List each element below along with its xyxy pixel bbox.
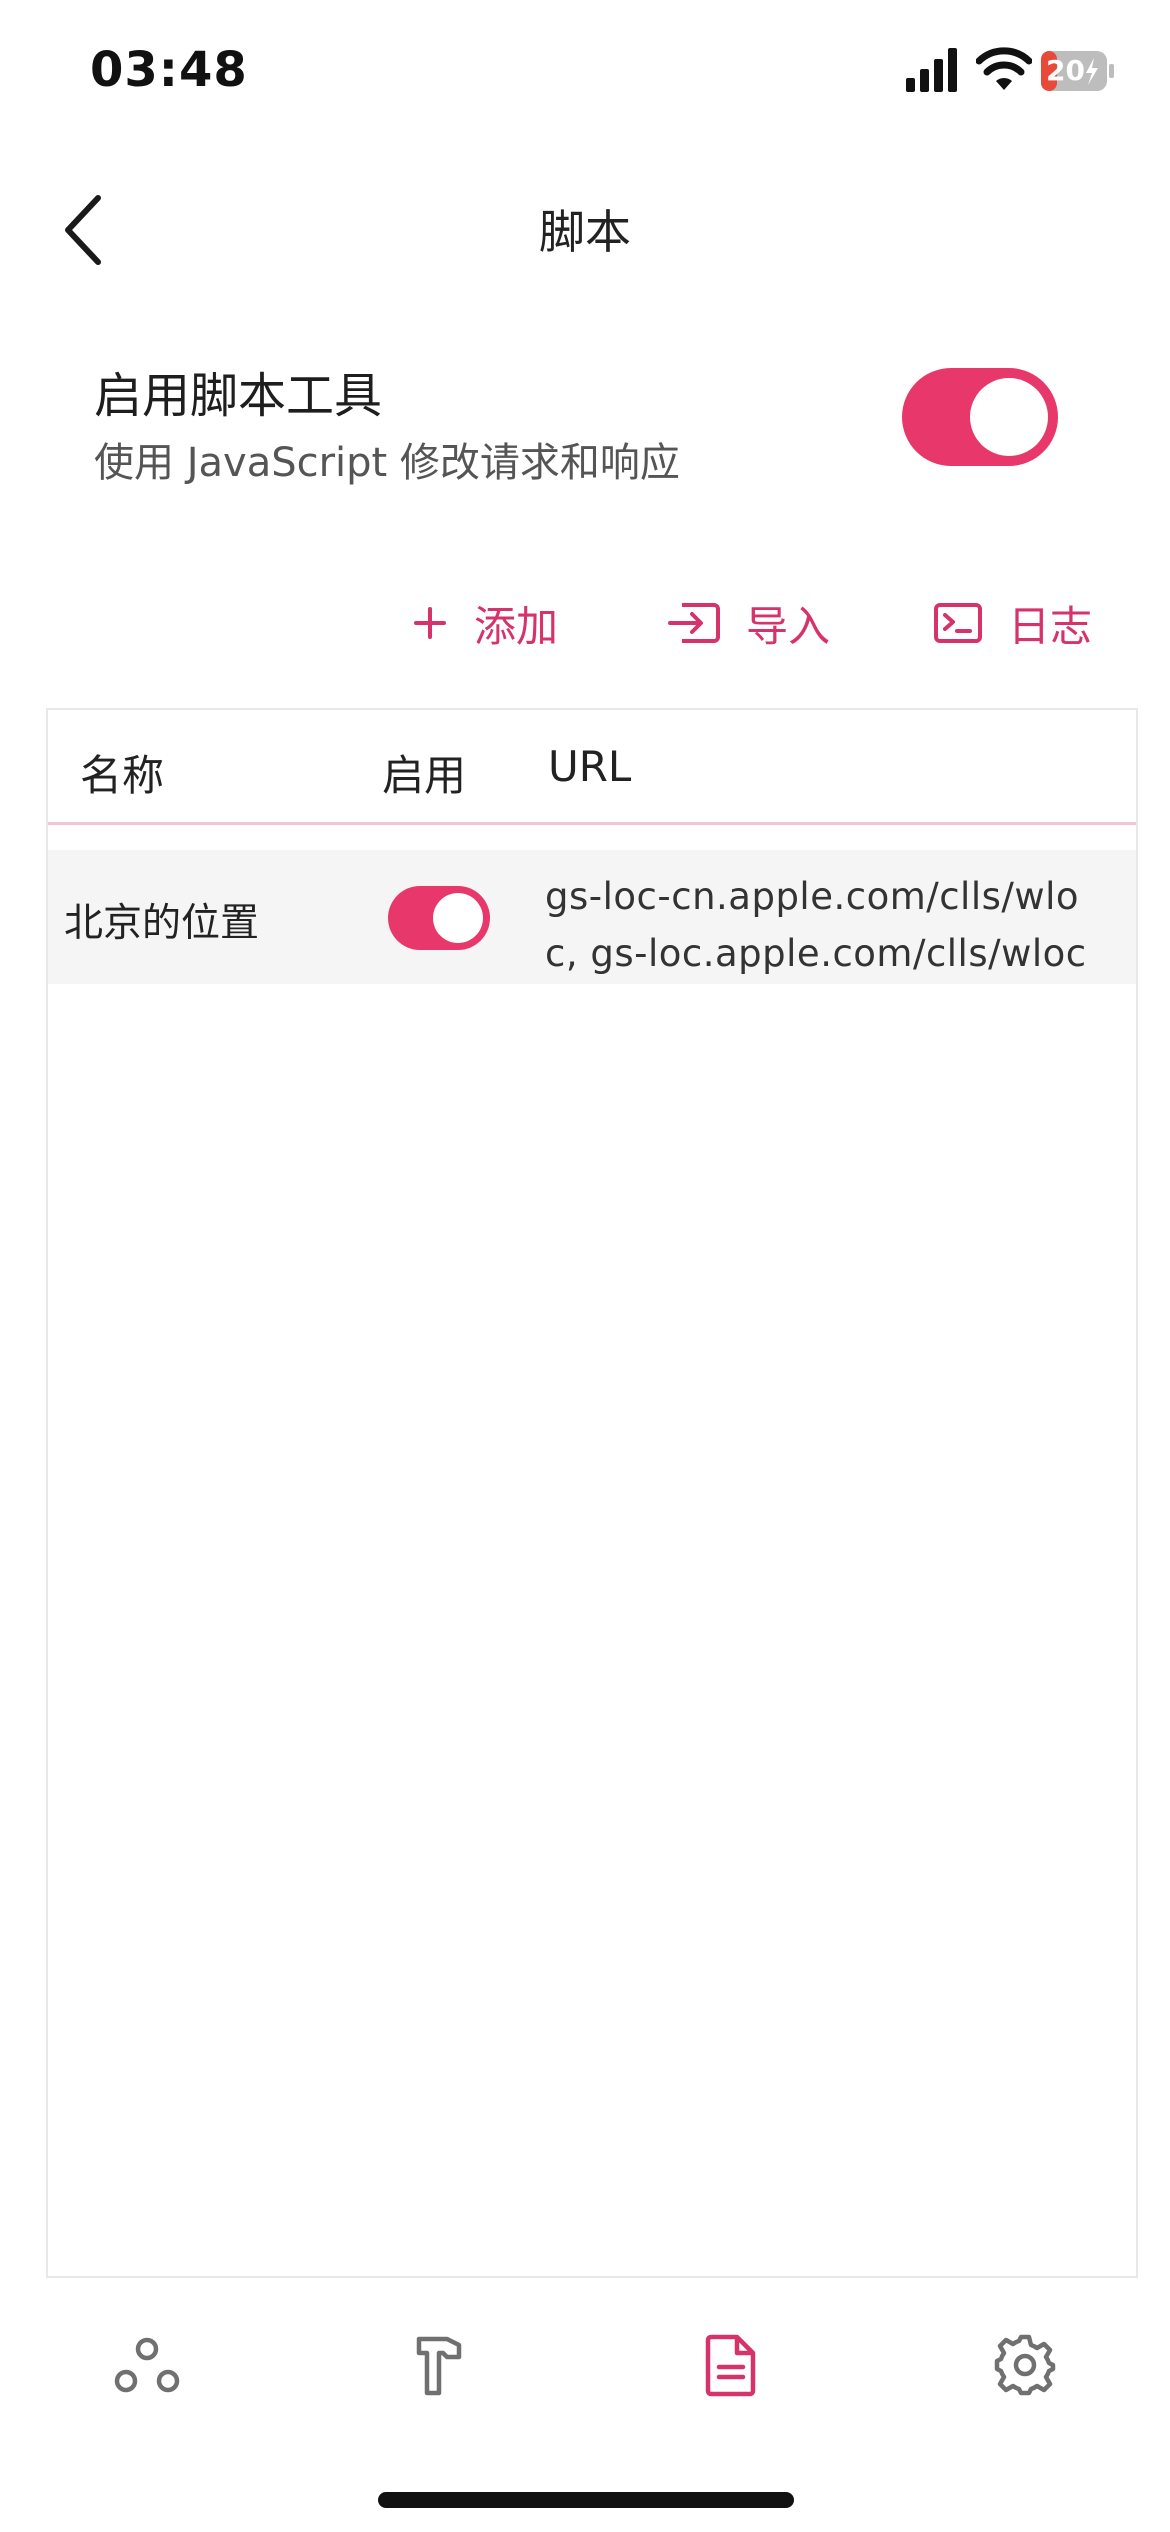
tab-scripts[interactable]: [686, 2320, 776, 2410]
wifi-icon: [976, 47, 1032, 90]
enable-script-tool-toggle[interactable]: [902, 368, 1058, 466]
script-name: 北京的位置: [64, 901, 260, 946]
cellular-signal-icon: [906, 48, 957, 92]
home-indicator[interactable]: [378, 2492, 794, 2508]
plus-icon: [412, 605, 448, 641]
page-title: 脚本: [539, 205, 631, 259]
header-divider: [48, 822, 1136, 825]
import-button[interactable]: 导入: [668, 588, 830, 658]
status-time: 03:48: [90, 42, 248, 98]
import-button-label: 导入: [746, 601, 831, 651]
battery-icon: 20: [1040, 50, 1116, 92]
column-header-url: URL: [548, 742, 632, 791]
log-button-label: 日志: [1008, 601, 1093, 651]
toggle-knob: [970, 378, 1048, 456]
script-url-line: c, gs-loc.apple.com/clls/wloc: [545, 932, 1087, 975]
network-nodes-icon: [114, 2337, 180, 2393]
column-header-enabled: 启用: [382, 751, 467, 800]
tab-network[interactable]: [102, 2320, 192, 2410]
tools-hammer-icon: [416, 2336, 462, 2396]
enable-script-tool-subtitle: 使用 JavaScript 修改请求和响应: [94, 440, 680, 486]
enable-script-tool-title: 启用脚本工具: [94, 368, 383, 424]
script-url: gs-loc-cn.apple.com/clls/wlo c, gs-loc.a…: [545, 868, 1129, 982]
import-icon: [668, 601, 720, 645]
script-enabled-toggle[interactable]: [388, 886, 490, 950]
toggle-knob: [433, 893, 483, 943]
terminal-icon: [934, 603, 982, 643]
battery-level: 20: [1046, 54, 1085, 87]
document-icon: [705, 2334, 756, 2397]
log-button[interactable]: 日志: [934, 588, 1092, 658]
tab-tools[interactable]: [396, 2320, 486, 2410]
script-url-line: gs-loc-cn.apple.com/clls/wlo: [545, 875, 1080, 918]
add-button-label: 添加: [474, 601, 559, 651]
column-header-name: 名称: [80, 751, 165, 800]
tab-settings[interactable]: [980, 2320, 1070, 2410]
add-button[interactable]: 添加: [412, 588, 558, 658]
gear-icon: [994, 2334, 1056, 2396]
